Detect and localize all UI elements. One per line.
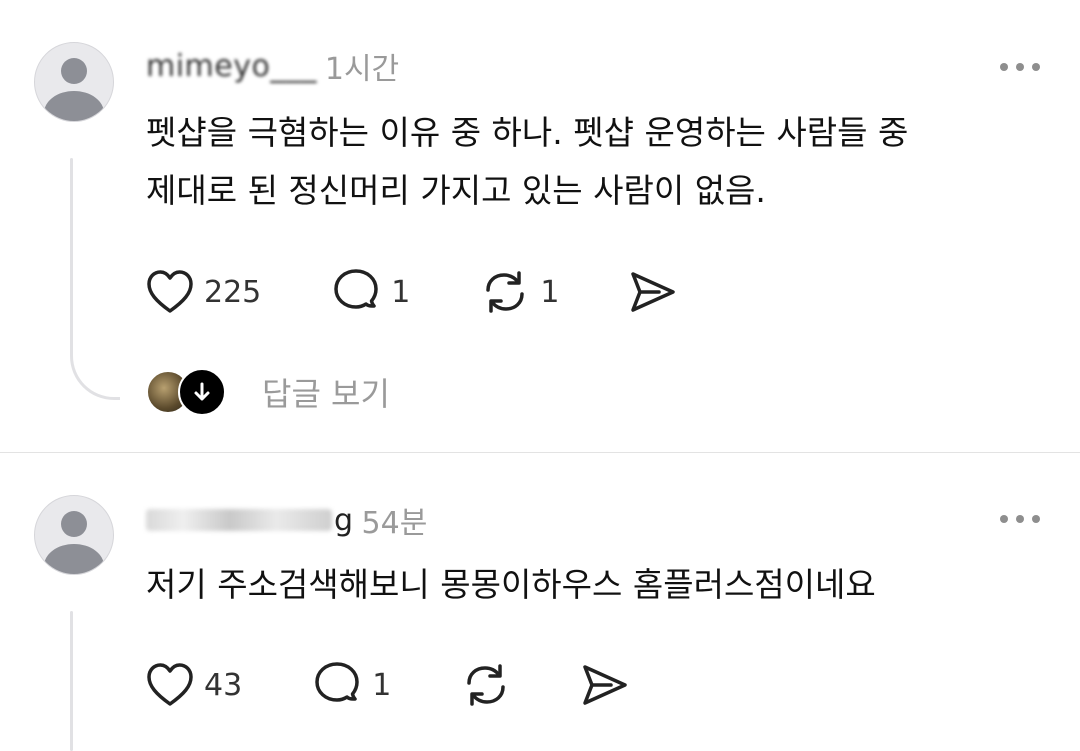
action-bar: 43 1 [146,661,629,709]
repost-button[interactable] [461,661,511,709]
blurred-username [146,509,332,531]
post-text-line: 저기 주소검색해보니 몽몽이하우스 홈플러스점이네요 [146,565,876,604]
like-count: 225 [204,274,262,310]
like-count: 43 [204,667,243,703]
comment-count: 1 [391,274,411,310]
post-header: mimeyo___ 1시간 [146,46,400,88]
heart-icon [147,663,193,706]
action-bar: 225 1 1 [146,268,677,316]
thread-post: g 54분 저기 주소검색해보니 몽몽이하우스 홈플러스점이네요 43 1 [0,453,1080,751]
post-text-line: 펫샵을 극혐하는 이유 중 하나. 펫샵 운영하는 사람들 중 [146,113,909,152]
like-button[interactable]: 225 [146,269,261,315]
comment-button[interactable]: 1 [312,661,391,709]
thread-line-curve [70,330,120,400]
username[interactable]: mimeyo___ [146,49,317,84]
share-button[interactable] [629,269,677,315]
avatar-icon[interactable] [34,42,114,122]
thread-post: mimeyo___ 1시간 펫샵을 극혐하는 이유 중 하나. 펫샵 운영하는 … [0,0,1080,452]
view-replies-label[interactable]: 답글 보기 [262,369,390,415]
post-time: 54분 [361,506,428,541]
post-text: 저기 주소검색해보니 몽몽이하우스 홈플러스점이네요 [146,556,1046,614]
repost-button[interactable]: 1 [480,268,559,316]
post-time: 1시간 [324,52,400,87]
heart-icon [147,270,193,313]
more-icon[interactable] [1000,61,1040,73]
post-text: 펫샵을 극혐하는 이유 중 하나. 펫샵 운영하는 사람들 중 제대로 된 정신… [146,104,1046,220]
share-button[interactable] [581,662,629,708]
comment-icon [315,662,359,702]
share-icon [583,665,628,705]
repost-icon [486,271,525,313]
thread-line [70,611,73,751]
more-icon[interactable] [1000,513,1040,525]
repost-icon [467,664,506,706]
avatar-icon[interactable] [34,495,114,575]
arrow-down-icon [178,368,226,416]
username[interactable]: g [334,503,354,538]
view-replies[interactable]: 답글 보기 [146,368,390,416]
like-button[interactable]: 43 [146,662,242,708]
comment-button[interactable]: 1 [331,268,410,316]
comment-count: 1 [372,667,392,703]
post-text-line: 제대로 된 정신머리 가지고 있는 사람이 없음. [146,171,766,210]
thread-line [70,158,73,333]
post-header: g 54분 [146,500,428,541]
share-icon [631,272,676,312]
comment-icon [334,269,379,309]
repost-count: 1 [540,274,560,310]
